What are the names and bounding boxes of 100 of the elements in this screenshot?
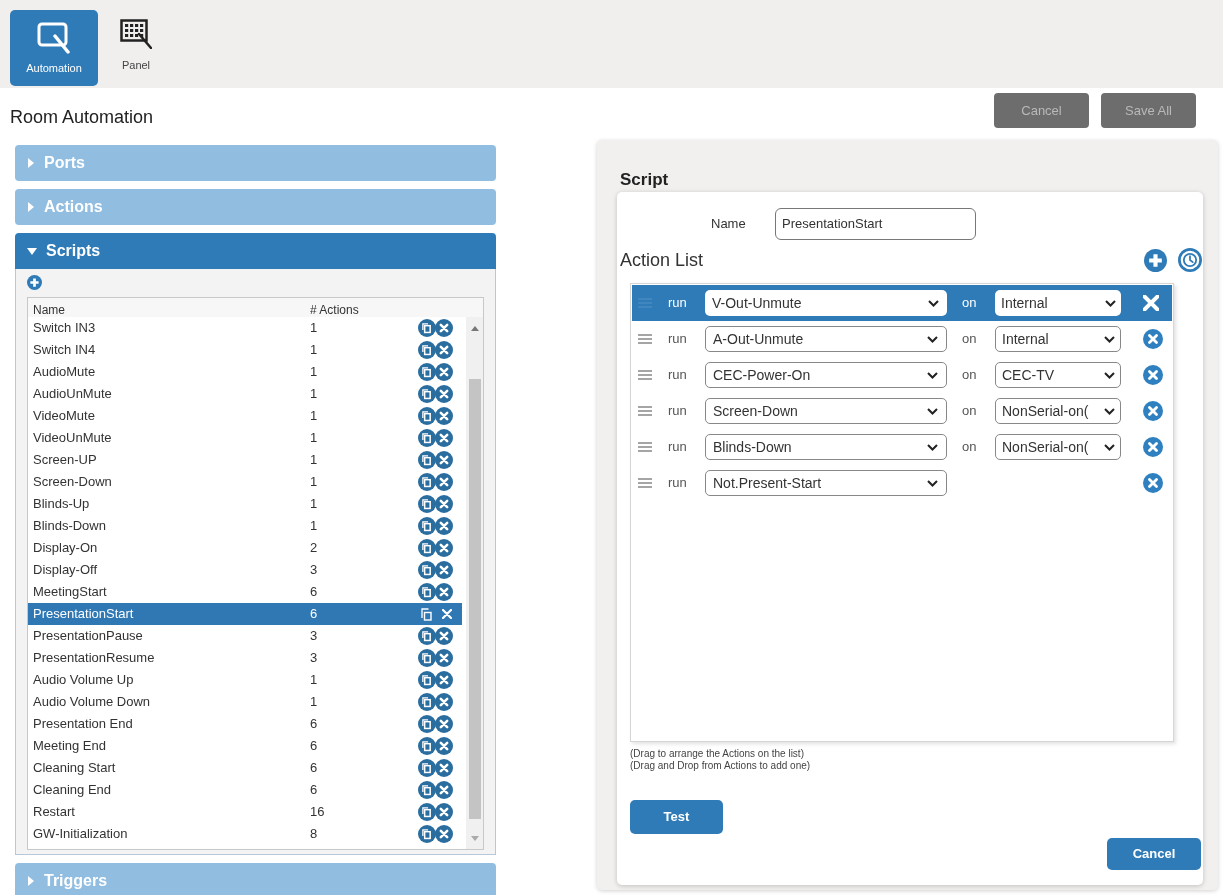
target-select[interactable]: CEC-TV [995, 362, 1121, 388]
target-select[interactable]: Internal [995, 290, 1121, 316]
table-row[interactable]: VideoUnMute 1 [28, 427, 462, 449]
close-icon[interactable] [1143, 437, 1163, 457]
copy-icon[interactable] [418, 583, 436, 601]
clock-icon[interactable] [1178, 248, 1202, 272]
action-row[interactable]: run A-Out-Unmute on Internal [632, 321, 1172, 357]
table-row[interactable]: GW-Initialization 8 [28, 823, 462, 845]
action-select[interactable]: A-Out-Unmute [705, 326, 947, 352]
close-icon[interactable] [435, 517, 453, 535]
action-select[interactable]: Not.Present-Start [705, 470, 947, 496]
close-icon[interactable] [435, 495, 453, 513]
copy-icon[interactable] [418, 671, 436, 689]
close-icon[interactable] [435, 583, 453, 601]
close-icon[interactable] [435, 561, 453, 579]
close-icon[interactable] [435, 781, 453, 799]
action-row[interactable]: run Not.Present-Start [632, 465, 1172, 501]
action-select[interactable]: Blinds-Down [705, 434, 947, 460]
copy-icon[interactable] [418, 561, 436, 579]
copy-icon[interactable] [418, 781, 436, 799]
close-icon[interactable] [435, 693, 453, 711]
copy-icon[interactable] [418, 341, 436, 359]
copy-icon[interactable] [418, 649, 436, 667]
cancel-button[interactable]: Cancel [1107, 838, 1201, 870]
action-select[interactable]: CEC-Power-On [705, 362, 947, 388]
copy-icon[interactable] [418, 539, 436, 557]
close-icon[interactable] [435, 429, 453, 447]
action-select[interactable]: Screen-Down [705, 398, 947, 424]
drag-handle-icon[interactable] [638, 406, 652, 416]
accordion-header[interactable]: Scripts [15, 233, 496, 269]
caret-up-icon[interactable] [470, 326, 479, 331]
table-row[interactable]: PresentationResume 3 [28, 647, 462, 669]
table-row[interactable]: Switch IN3 1 [28, 317, 462, 339]
table-row[interactable]: Display-On 2 [28, 537, 462, 559]
copy-icon[interactable] [418, 495, 436, 513]
table-row[interactable]: VideoMute 1 [28, 405, 462, 427]
close-icon[interactable] [435, 451, 453, 469]
drag-handle-icon[interactable] [638, 442, 652, 452]
plus-icon[interactable] [1144, 248, 1167, 272]
table-row[interactable]: Screen-UP 1 [28, 449, 462, 471]
action-row[interactable]: run Screen-Down on NonSerial-on( [632, 393, 1172, 429]
target-select[interactable]: NonSerial-on( [995, 398, 1121, 424]
scrollbar[interactable] [466, 317, 483, 849]
action-row[interactable]: run Blinds-Down on NonSerial-on( [632, 429, 1172, 465]
drag-handle-icon[interactable] [638, 370, 652, 380]
table-row[interactable]: Meeting End 6 [28, 735, 462, 757]
close-icon[interactable] [1143, 365, 1163, 385]
target-select[interactable]: Internal [995, 326, 1121, 352]
close-icon[interactable] [1143, 401, 1163, 421]
action-select[interactable]: V-Out-Unmute [705, 290, 947, 316]
drag-handle-icon[interactable] [638, 334, 652, 344]
copy-icon[interactable] [418, 715, 436, 733]
close-icon[interactable] [435, 385, 453, 403]
table-row[interactable]: Blinds-Down 1 [28, 515, 462, 537]
table-row[interactable]: AudioUnMute 1 [28, 383, 462, 405]
copy-icon[interactable] [418, 407, 436, 425]
scroll-thumb[interactable] [468, 379, 481, 819]
copy-icon[interactable] [418, 759, 436, 777]
table-row[interactable]: Blinds-Up 1 [28, 493, 462, 515]
copy-icon[interactable] [418, 517, 436, 535]
close-icon[interactable] [435, 363, 453, 381]
close-icon[interactable] [435, 825, 453, 843]
copy-icon[interactable] [418, 473, 436, 491]
close-icon[interactable] [435, 715, 453, 733]
name-field[interactable]: PresentationStart [775, 208, 976, 240]
close-icon[interactable] [435, 539, 453, 557]
action-row[interactable]: run CEC-Power-On on CEC-TV [632, 357, 1172, 393]
close-icon[interactable] [435, 319, 453, 337]
close-icon[interactable] [435, 649, 453, 667]
copy-icon[interactable] [418, 825, 436, 843]
close-icon[interactable] [435, 627, 453, 645]
table-row[interactable]: MeetingStart 6 [28, 581, 462, 603]
action-row[interactable]: run V-Out-Unmute on Internal [632, 285, 1172, 321]
close-icon[interactable] [435, 803, 453, 821]
copy-icon[interactable] [418, 385, 436, 403]
close-icon[interactable] [435, 473, 453, 491]
table-row[interactable]: Cleaning Start 6 [28, 757, 462, 779]
copy-icon[interactable] [418, 319, 436, 337]
close-icon[interactable] [1143, 473, 1163, 493]
close-icon[interactable] [435, 671, 453, 689]
table-row[interactable]: Display-Off 3 [28, 559, 462, 581]
copy-icon[interactable] [418, 363, 436, 381]
toolbar-tab[interactable]: Automation [10, 10, 98, 86]
close-icon[interactable] [435, 759, 453, 777]
copy-icon[interactable] [418, 693, 436, 711]
close-icon[interactable] [442, 609, 452, 619]
close-icon[interactable] [1143, 295, 1159, 311]
plus-icon[interactable] [27, 275, 42, 290]
close-icon[interactable] [1143, 329, 1163, 349]
table-row[interactable]: Cleaning End 6 [28, 779, 462, 801]
table-row[interactable]: Screen-Down 1 [28, 471, 462, 493]
copy-icon[interactable] [418, 803, 436, 821]
close-icon[interactable] [435, 341, 453, 359]
target-select[interactable]: NonSerial-on( [995, 434, 1121, 460]
table-row[interactable]: Restart 16 [28, 801, 462, 823]
copy-icon[interactable] [418, 627, 436, 645]
table-row[interactable]: Audio Volume Up 1 [28, 669, 462, 691]
table-row[interactable]: AudioMute 1 [28, 361, 462, 383]
close-icon[interactable] [435, 407, 453, 425]
table-row[interactable]: Presentation End 6 [28, 713, 462, 735]
